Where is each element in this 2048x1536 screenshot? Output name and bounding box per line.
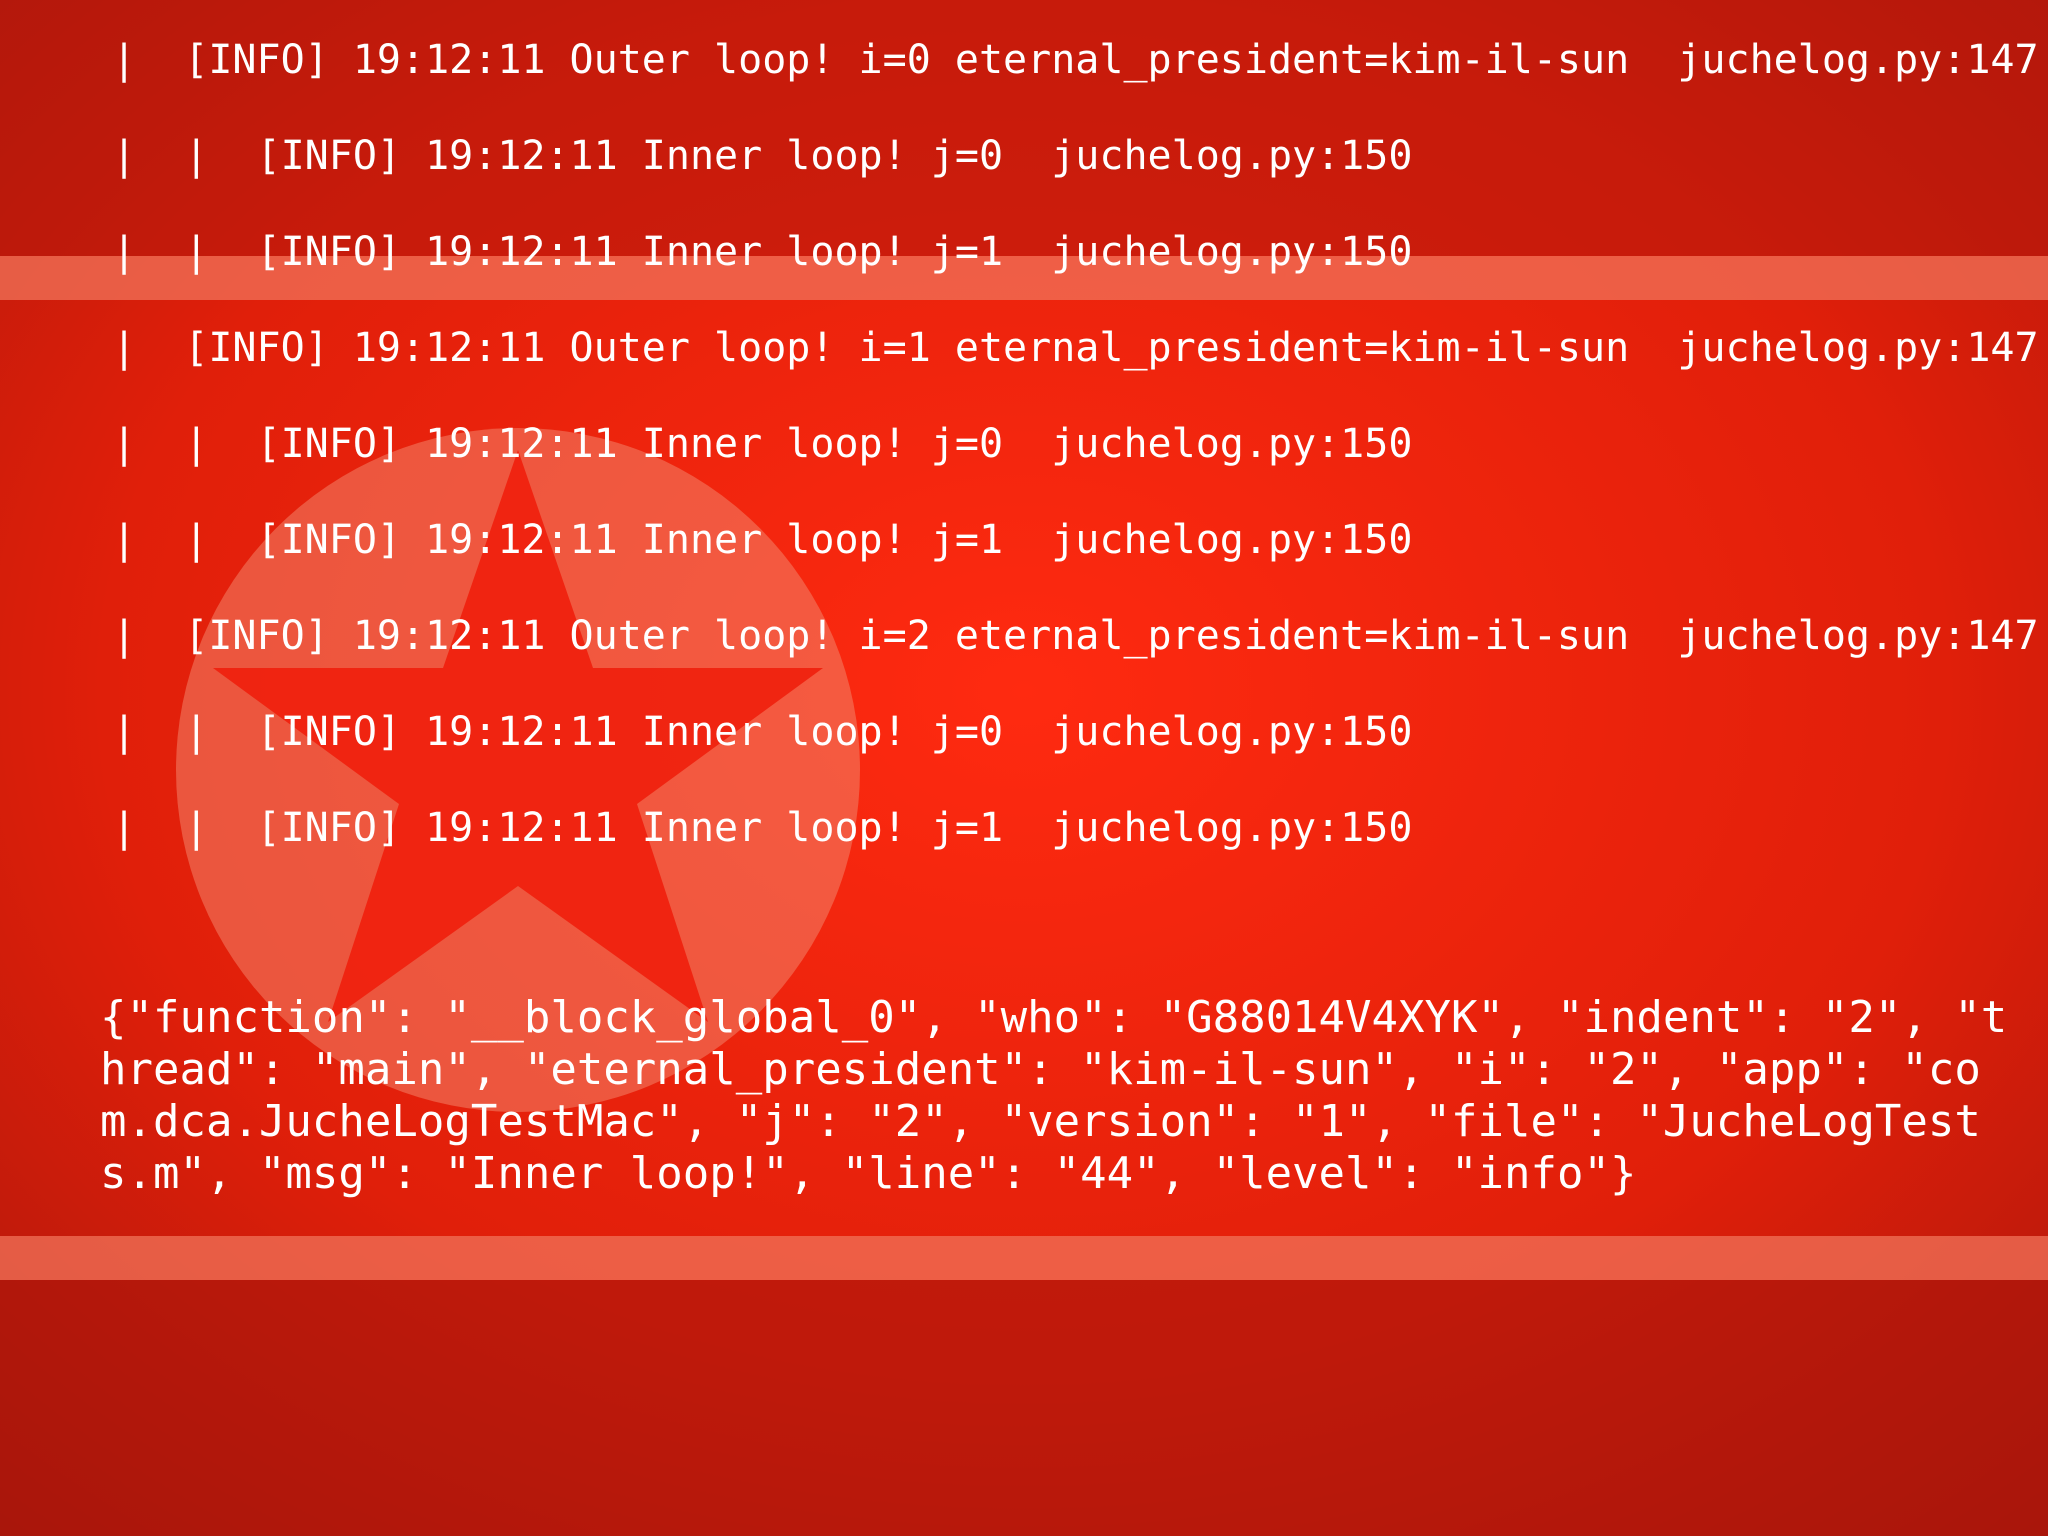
log-line-inner: | | [INFO] 19:12:11 Inner loop! j=1 juch… (112, 229, 1413, 275)
log-line-inner: | | [INFO] 19:12:11 Inner loop! j=0 juch… (112, 709, 1413, 755)
log-line-inner: | | [INFO] 19:12:11 Inner loop! j=1 juch… (112, 805, 1413, 851)
log-line-outer: | [INFO] 19:12:11 Outer loop! i=2 eterna… (112, 613, 2039, 659)
log-line-outer: | [INFO] 19:12:11 Outer loop! i=1 eterna… (112, 325, 2039, 371)
log-line-inner: | | [INFO] 19:12:11 Inner loop! j=0 juch… (112, 133, 1413, 179)
json-log-record: {"function": "__block_global_0", "who": … (100, 992, 2008, 1199)
terminal-log: | [INFO] 19:12:11 Outer loop! i=0 eterna… (0, 0, 2048, 1536)
log-line-outer: | [INFO] 19:12:11 Outer loop! i=0 eterna… (112, 37, 2039, 83)
log-line-inner: | | [INFO] 19:12:11 Inner loop! j=1 juch… (112, 517, 1413, 563)
log-line-inner: | | [INFO] 19:12:11 Inner loop! j=0 juch… (112, 421, 1413, 467)
